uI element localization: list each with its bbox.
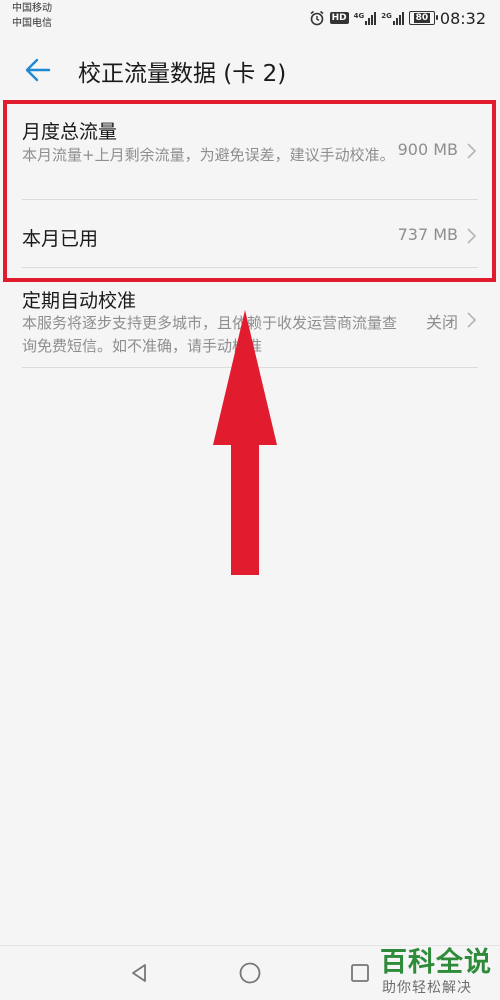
circle-home-icon <box>239 962 261 984</box>
network-2-label: 2G <box>381 11 392 20</box>
hd-badge: HD <box>329 12 349 24</box>
battery-icon: 80 <box>408 11 438 25</box>
triangle-back-icon <box>132 964 146 982</box>
status-bar: 中国移动 中国电信 HD 4G 2G 80 08:32 <box>0 0 500 36</box>
arrow-left-icon <box>25 58 51 82</box>
page-title: 校正流量数据 (卡 2) <box>78 61 287 87</box>
signal-2g-icon: 2G <box>381 11 404 25</box>
auto-calibration-value: 关闭 <box>425 313 458 332</box>
carrier-2-label: 中国电信 <box>12 18 52 29</box>
battery-level: 80 <box>413 13 431 23</box>
clock: 08:32 <box>439 8 486 28</box>
nav-home-button[interactable] <box>237 960 263 986</box>
auto-calibration-title: 定期自动校准 <box>22 290 137 312</box>
signal-4g-icon: 4G <box>353 11 377 25</box>
watermark-title: 百科全说 <box>380 947 492 978</box>
network-1-label: 4G <box>353 11 365 20</box>
header: 校正流量数据 (卡 2) <box>0 40 500 100</box>
chevron-right-icon <box>467 312 477 328</box>
status-icons: HD 4G 2G 80 08:32 <box>309 8 486 28</box>
highlight-box <box>3 100 496 282</box>
alarm-clock-icon <box>310 10 324 26</box>
carrier-1-label: 中国移动 <box>12 3 52 14</box>
watermark: 百科全说 助你轻松解决 <box>368 936 498 1000</box>
watermark-subtitle: 助你轻松解决 <box>382 980 472 996</box>
back-button[interactable] <box>18 52 58 88</box>
arrow-up-annotation <box>213 310 277 575</box>
nav-back-button[interactable] <box>126 960 152 986</box>
